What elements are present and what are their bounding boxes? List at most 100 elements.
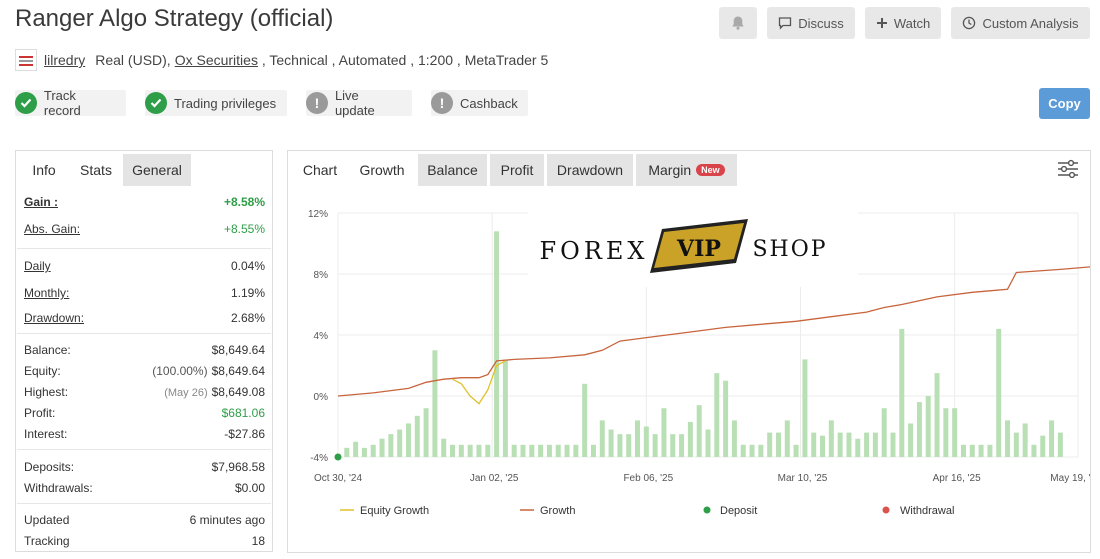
bar — [784, 420, 790, 457]
bar — [687, 421, 693, 457]
bar — [432, 350, 438, 457]
bar — [855, 438, 861, 457]
bar — [1013, 432, 1019, 457]
bar — [1040, 435, 1046, 457]
account-meta: lilredry Real (USD), Ox Securities , Tec… — [15, 49, 548, 71]
bar — [837, 432, 843, 457]
tab-chart[interactable]: Chart — [291, 154, 349, 186]
growth-chart: FOREX VIP SHOP -4% 0% 4% 8% 12% Oct 30, '24 J… — [308, 209, 1090, 517]
bar — [582, 383, 588, 457]
bar — [811, 432, 817, 457]
bar — [767, 432, 773, 457]
bar — [952, 408, 958, 457]
chart-legend: Equity Growth Growth Deposit Withdrawal — [340, 505, 954, 517]
tab-stats[interactable]: Stats — [69, 154, 123, 186]
stat-highest: Highest: (May 26) $8,649.08 — [24, 385, 265, 399]
bar — [723, 380, 729, 457]
bar — [397, 429, 403, 457]
x-tick-label: Mar 10, '25 — [778, 473, 828, 484]
bar — [696, 405, 702, 457]
stat-daily: Daily 0.04% — [24, 259, 265, 273]
watermark-right: SHOP — [752, 237, 827, 262]
custom-analysis-label: Custom Analysis — [982, 15, 1079, 31]
bar — [573, 444, 579, 457]
badge-trading-privileges[interactable]: Trading privileges — [145, 90, 287, 116]
bar — [1031, 444, 1037, 457]
notify-button[interactable] — [719, 7, 757, 39]
chart-panel: Chart Growth Balance Profit Drawdown Mar… — [287, 150, 1091, 553]
bar — [864, 432, 870, 457]
bar — [476, 444, 482, 457]
bar — [793, 444, 799, 457]
bar — [617, 434, 623, 457]
avatar[interactable] — [15, 49, 37, 71]
bar — [908, 423, 914, 457]
bar — [379, 438, 385, 457]
bar — [370, 444, 376, 457]
tab-profit[interactable]: Profit — [490, 154, 544, 186]
broker-link[interactable]: Ox Securities — [175, 52, 258, 68]
bar — [969, 444, 975, 457]
badge-label: Live update — [334, 88, 375, 118]
check-icon — [145, 92, 167, 114]
stat-updated: Updated 6 minutes ago — [24, 513, 265, 527]
tab-general[interactable]: General — [123, 154, 191, 186]
y-tick-label: 12% — [308, 209, 328, 220]
account-details: , Technical , Automated , 1:200 , MetaTr… — [257, 52, 549, 68]
bar — [538, 444, 544, 457]
watch-button[interactable]: Watch — [865, 7, 941, 39]
bar — [502, 359, 508, 457]
bar — [361, 447, 367, 457]
bar — [943, 408, 949, 457]
bar — [511, 444, 517, 457]
x-tick-label: Oct 30, '24 — [314, 473, 362, 484]
bar — [996, 328, 1002, 457]
tab-drawdown[interactable]: Drawdown — [547, 154, 633, 186]
clock-icon — [963, 16, 976, 30]
x-tick-label: May 19, '25 — [1050, 473, 1090, 484]
bell-icon — [732, 16, 744, 30]
badge-live-update[interactable]: ! Live update — [306, 88, 412, 118]
bar — [450, 444, 456, 457]
bar — [344, 447, 350, 457]
x-tick-labels: Oct 30, '24 Jan 02, '25 Feb 06, '25 Mar 10,… — [314, 473, 1090, 484]
badge-cashback[interactable]: ! Cashback — [431, 90, 528, 116]
bar — [758, 444, 764, 457]
exclamation-icon: ! — [431, 92, 453, 114]
bar — [1005, 420, 1011, 457]
bar — [599, 420, 605, 457]
bar — [423, 408, 429, 457]
badge-track-record[interactable]: Track record — [15, 88, 126, 118]
copy-button[interactable]: Copy — [1039, 88, 1090, 119]
bar — [608, 429, 614, 457]
legend-growth: Growth — [540, 505, 575, 517]
stat-drawdown: Drawdown: 2.68% — [24, 311, 265, 325]
bar — [881, 408, 887, 457]
bar — [925, 396, 931, 457]
watermark-center: VIP — [676, 236, 721, 262]
watermark-left: FOREX — [539, 237, 648, 265]
comment-icon — [779, 17, 792, 30]
exclamation-icon: ! — [306, 92, 328, 114]
tab-info[interactable]: Info — [19, 154, 69, 186]
bar — [679, 434, 685, 457]
stat-profit: Profit: $681.06 — [24, 406, 265, 420]
y-tick-labels: -4% 0% 4% 8% 12% — [308, 209, 328, 464]
badge-label: Trading privileges — [174, 95, 277, 111]
tab-margin[interactable]: Margin New — [636, 154, 737, 186]
bar — [987, 444, 993, 457]
stat-gain: Gain : +8.58% — [24, 195, 265, 209]
bar — [590, 444, 596, 457]
custom-analysis-button[interactable]: Custom Analysis — [951, 7, 1090, 39]
x-tick-label: Feb 06, '25 — [623, 473, 673, 484]
bar — [899, 328, 905, 457]
chart-settings-button[interactable] — [1057, 159, 1079, 179]
bar — [1049, 420, 1055, 457]
tab-growth[interactable]: Growth — [349, 154, 415, 186]
bar — [1057, 432, 1063, 457]
bar — [441, 438, 447, 457]
watch-label: Watch — [893, 15, 931, 31]
discuss-button[interactable]: Discuss — [767, 7, 855, 39]
user-link[interactable]: lilredry — [44, 52, 85, 68]
tab-balance[interactable]: Balance — [418, 154, 487, 186]
